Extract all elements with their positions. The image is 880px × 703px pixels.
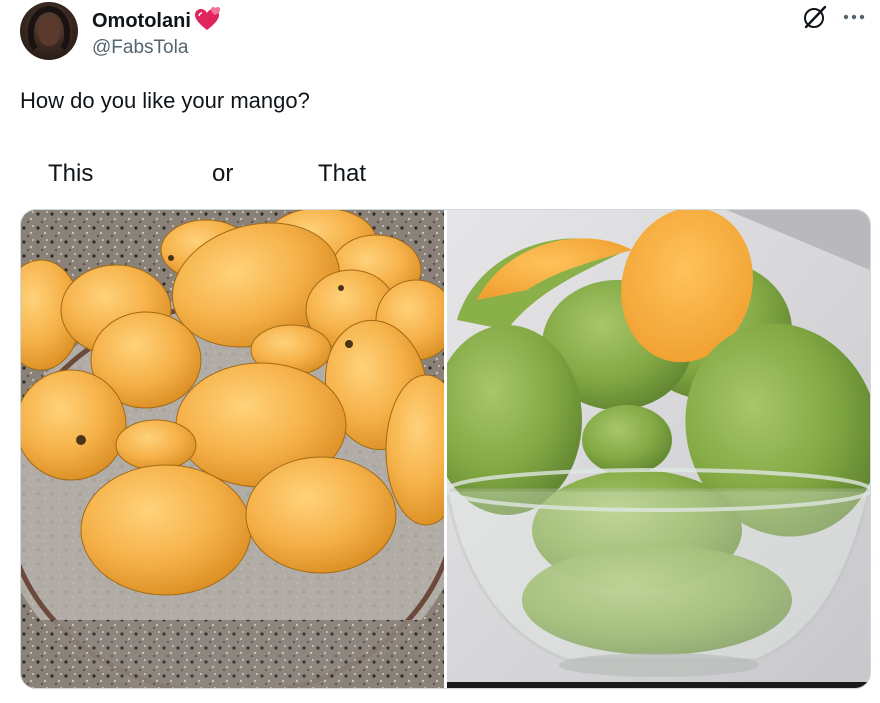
green-mangoes-image [447, 210, 870, 688]
tweet-text: How do you like your mango? [20, 88, 310, 113]
two-hearts-emoji-icon [193, 6, 223, 37]
author-display-name[interactable]: Omotolani [92, 10, 191, 33]
tweet-media[interactable] [20, 209, 871, 689]
media-image-right[interactable] [447, 210, 870, 688]
yellow-mangoes-image [21, 210, 444, 688]
choice-or: or [212, 160, 234, 187]
choice-that: That [318, 160, 367, 187]
tweet-actions-top [802, 4, 866, 30]
grok-icon[interactable] [802, 4, 828, 30]
author-handle[interactable]: @FabsTola [92, 37, 188, 59]
more-options-icon[interactable] [842, 12, 866, 22]
author-name-row[interactable]: Omotolani [92, 6, 223, 37]
choice-this: This [48, 160, 94, 187]
media-image-left[interactable] [21, 210, 444, 688]
avatar-face [38, 16, 60, 46]
avatar[interactable] [20, 2, 78, 60]
